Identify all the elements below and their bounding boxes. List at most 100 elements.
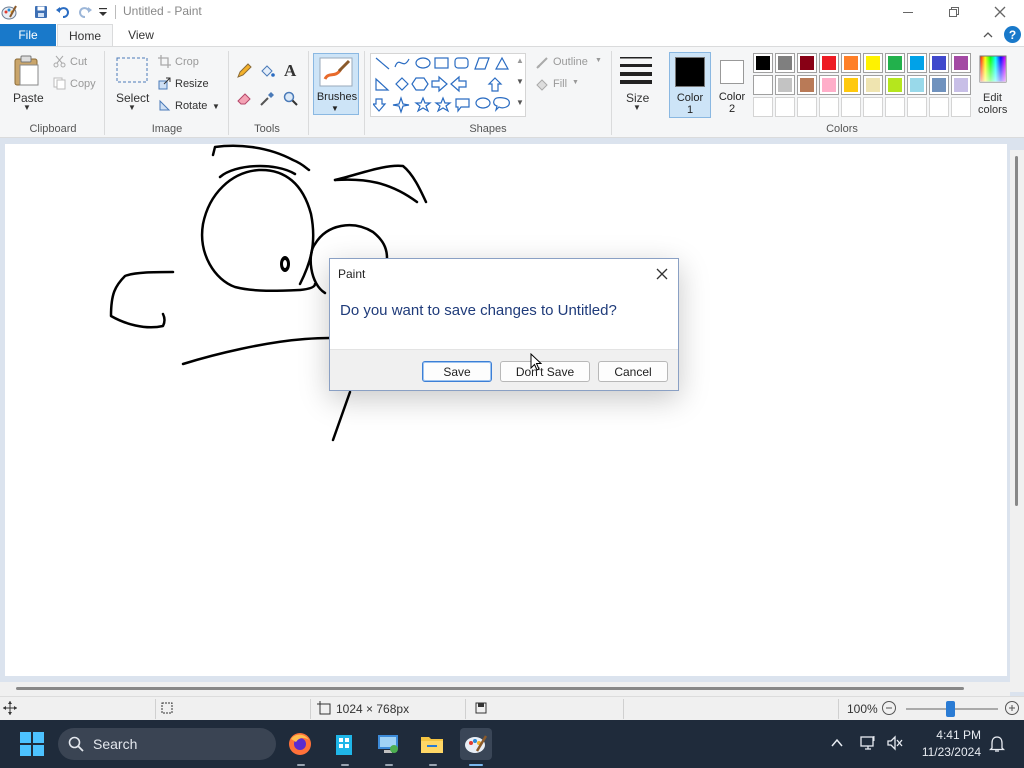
- notifications-bell-icon[interactable]: [988, 735, 1006, 756]
- taskbar-store[interactable]: [328, 728, 360, 760]
- rotate-dropdown-icon[interactable]: ▼: [212, 102, 220, 111]
- show-hidden-icons-chevron-icon[interactable]: [830, 736, 844, 753]
- palette-color-swatch[interactable]: [863, 53, 883, 73]
- palette-color-swatch[interactable]: [907, 53, 927, 73]
- zoom-in-button[interactable]: [1004, 700, 1020, 719]
- crop-button[interactable]: Crop: [175, 56, 199, 68]
- palette-color-swatch[interactable]: [775, 75, 795, 95]
- palette-color-swatch[interactable]: [753, 75, 773, 95]
- taskbar-remote-app[interactable]: [372, 728, 404, 760]
- fill-button[interactable]: Fill: [553, 78, 567, 90]
- select-icon[interactable]: [116, 57, 148, 86]
- size-icon[interactable]: [620, 56, 652, 87]
- palette-color-swatch[interactable]: [929, 53, 949, 73]
- paste-icon[interactable]: [12, 55, 42, 90]
- palette-custom-slot[interactable]: [841, 97, 861, 117]
- palette-custom-slot[interactable]: [797, 97, 817, 117]
- horizontal-scroll-thumb[interactable]: [16, 687, 964, 690]
- customize-toolbar-icon[interactable]: [97, 6, 113, 22]
- palette-color-swatch[interactable]: [775, 53, 795, 73]
- palette-color-swatch[interactable]: [929, 75, 949, 95]
- palette-color-swatch[interactable]: [885, 75, 905, 95]
- status-separator: [155, 699, 156, 719]
- paste-dropdown-icon[interactable]: ▼: [23, 103, 31, 112]
- palette-color-swatch[interactable]: [797, 53, 817, 73]
- color2-button[interactable]: Color 2: [713, 52, 751, 118]
- cut-button[interactable]: Cut: [70, 56, 87, 68]
- fill-dropdown-icon[interactable]: ▼: [572, 79, 579, 86]
- shapes-scroll-up-icon[interactable]: ▲: [516, 56, 524, 65]
- dont-save-button[interactable]: Don't Save: [500, 361, 590, 382]
- magnifier-icon[interactable]: [283, 91, 299, 110]
- cancel-button[interactable]: Cancel: [598, 361, 668, 382]
- vertical-scrollbar[interactable]: [1010, 150, 1024, 692]
- save-button[interactable]: Save: [422, 361, 492, 382]
- undo-icon[interactable]: [55, 4, 71, 20]
- palette-color-swatch[interactable]: [841, 75, 861, 95]
- volume-muted-icon[interactable]: [886, 735, 904, 754]
- taskbar-search[interactable]: Search: [58, 728, 276, 760]
- dialog-close-button[interactable]: [652, 264, 672, 284]
- clock-date[interactable]: 11/23/2024: [905, 745, 981, 759]
- taskbar-firefox[interactable]: [284, 728, 316, 760]
- brushes-button[interactable]: Brushes ▼: [313, 53, 359, 115]
- close-button[interactable]: [977, 0, 1023, 24]
- taskbar-paint[interactable]: [460, 728, 492, 760]
- palette-color-swatch[interactable]: [863, 75, 883, 95]
- shapes-gallery[interactable]: ▲ ▼ ▼: [370, 53, 526, 117]
- text-tool-icon[interactable]: A: [284, 61, 296, 81]
- palette-color-swatch[interactable]: [819, 53, 839, 73]
- tab-view[interactable]: View: [116, 24, 166, 46]
- clipboard-group-label: Clipboard: [29, 123, 77, 135]
- drawing-canvas[interactable]: [5, 144, 1007, 676]
- palette-color-swatch[interactable]: [841, 53, 861, 73]
- rotate-button[interactable]: Rotate: [175, 100, 207, 112]
- vertical-scroll-thumb[interactable]: [1015, 156, 1018, 506]
- palette-color-swatch[interactable]: [819, 75, 839, 95]
- taskbar-file-explorer[interactable]: [416, 728, 448, 760]
- help-icon[interactable]: ?: [1004, 26, 1021, 43]
- outline-button[interactable]: Outline: [553, 56, 588, 68]
- pencil-icon[interactable]: [236, 63, 252, 82]
- palette-color-swatch[interactable]: [951, 53, 971, 73]
- save-icon[interactable]: [33, 4, 49, 20]
- resize-button[interactable]: Resize: [175, 78, 209, 90]
- palette-color-swatch[interactable]: [797, 75, 817, 95]
- palette-custom-slot[interactable]: [819, 97, 839, 117]
- color1-button[interactable]: Color 1: [669, 52, 711, 118]
- copy-button[interactable]: Copy: [70, 78, 96, 90]
- network-icon[interactable]: [860, 735, 878, 754]
- palette-custom-slot[interactable]: [907, 97, 927, 117]
- start-button[interactable]: [20, 732, 44, 759]
- size-dropdown-icon[interactable]: ▼: [633, 103, 641, 112]
- select-dropdown-icon[interactable]: ▼: [128, 103, 136, 112]
- palette-color-swatch[interactable]: [885, 53, 905, 73]
- palette-custom-slot[interactable]: [863, 97, 883, 117]
- eraser-icon[interactable]: [236, 91, 252, 110]
- fill-bucket-icon[interactable]: [259, 63, 275, 82]
- redo-icon[interactable]: [77, 4, 93, 20]
- palette-custom-slot[interactable]: [885, 97, 905, 117]
- palette-color-swatch[interactable]: [753, 53, 773, 73]
- palette-custom-slot[interactable]: [951, 97, 971, 117]
- shapes-scroll-down-icon[interactable]: ▼: [516, 77, 524, 86]
- shapes-expand-icon[interactable]: ▼: [516, 98, 524, 107]
- palette-color-swatch[interactable]: [951, 75, 971, 95]
- paint-app-icon[interactable]: [0, 3, 18, 21]
- color-picker-icon[interactable]: [259, 91, 275, 110]
- edit-colors-icon[interactable]: [979, 55, 1007, 86]
- zoom-out-button[interactable]: [881, 700, 897, 719]
- palette-custom-slot[interactable]: [753, 97, 773, 117]
- collapse-ribbon-icon[interactable]: [982, 29, 994, 43]
- zoom-slider-thumb[interactable]: [946, 701, 955, 717]
- clock-time[interactable]: 4:41 PM: [905, 728, 981, 742]
- tab-file[interactable]: File: [0, 24, 56, 46]
- restore-button[interactable]: [931, 0, 977, 24]
- horizontal-scrollbar[interactable]: [0, 682, 1010, 696]
- palette-custom-slot[interactable]: [929, 97, 949, 117]
- palette-color-swatch[interactable]: [907, 75, 927, 95]
- outline-dropdown-icon[interactable]: ▼: [595, 57, 602, 64]
- tab-home[interactable]: Home: [57, 24, 113, 46]
- minimize-button[interactable]: [885, 0, 931, 24]
- palette-custom-slot[interactable]: [775, 97, 795, 117]
